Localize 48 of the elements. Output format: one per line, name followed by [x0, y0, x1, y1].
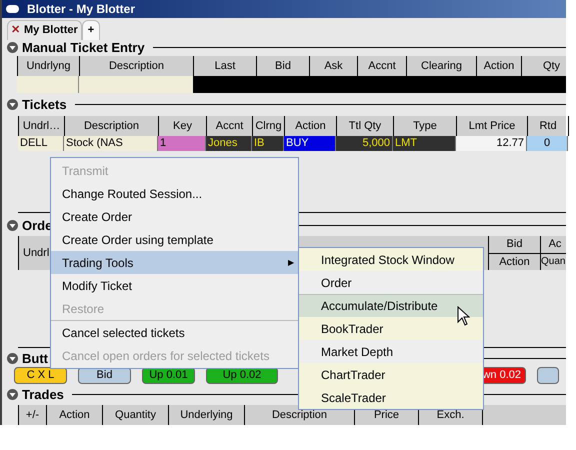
action-button[interactable]: [537, 367, 559, 384]
table-cell: 5,000: [336, 136, 393, 151]
column-header: Action: [498, 254, 531, 270]
column-header: Quan: [541, 254, 566, 268]
input-field[interactable]: [17, 76, 79, 93]
menu-item[interactable]: Change Routed Session...: [51, 182, 298, 205]
column-header: Bid: [489, 236, 540, 254]
section-title: Tickets: [22, 98, 67, 111]
collapse-icon[interactable]: [7, 42, 18, 54]
submenu-arrow-icon: ▶: [288, 256, 294, 268]
section-title: Butt: [22, 352, 48, 365]
tab[interactable]: ✕ My Blotter: [7, 20, 82, 40]
menu-item[interactable]: Trading Tools ▶: [51, 251, 298, 274]
menu-item[interactable]: Market Depth: [299, 340, 483, 363]
table-cell: Jones: [206, 136, 252, 151]
close-icon[interactable]: ✕: [11, 22, 20, 39]
column-header: +/-: [19, 405, 47, 425]
section-title: Manual Ticket Entry: [22, 41, 145, 54]
menu-item[interactable]: Accumulate/Distribute: [299, 294, 483, 317]
window-icon: [6, 5, 19, 13]
collapse-icon[interactable]: [7, 220, 18, 231]
menu-item[interactable]: Cancel selected tickets: [51, 321, 298, 344]
table-cell: 0: [527, 136, 568, 151]
table-cell: BUY: [284, 136, 336, 151]
table-cell: DELL: [18, 136, 64, 151]
table-cell: Stock (NAS: [64, 136, 158, 151]
section-title: Trades: [22, 388, 64, 401]
table-cell: IB: [252, 136, 284, 151]
column-header: Action: [47, 405, 103, 425]
table-cell: 12.77: [456, 136, 527, 151]
column-header: Underlying: [169, 405, 245, 425]
collapse-icon[interactable]: [7, 353, 18, 364]
menu-item[interactable]: Order: [299, 271, 483, 294]
tab[interactable]: +: [82, 20, 100, 40]
window-title: Blotter - My Blotter: [27, 1, 135, 18]
menu-item[interactable]: Modify Ticket: [51, 274, 298, 297]
collapse-icon[interactable]: [7, 99, 18, 110]
pointer-icon: [457, 306, 470, 326]
collapse-icon[interactable]: [7, 389, 18, 400]
action-button[interactable]: C X L: [14, 367, 67, 384]
table-cell: 1: [158, 136, 206, 151]
column-header: Quantity: [103, 405, 169, 425]
table-cell: LMT: [393, 136, 456, 151]
menu-item[interactable]: Create Order using template: [51, 228, 298, 251]
column-header: Undrl: [22, 246, 50, 261]
menu-item[interactable]: Create Order: [51, 205, 298, 228]
input-field[interactable]: [79, 76, 193, 93]
column-header: Ac: [541, 236, 566, 254]
